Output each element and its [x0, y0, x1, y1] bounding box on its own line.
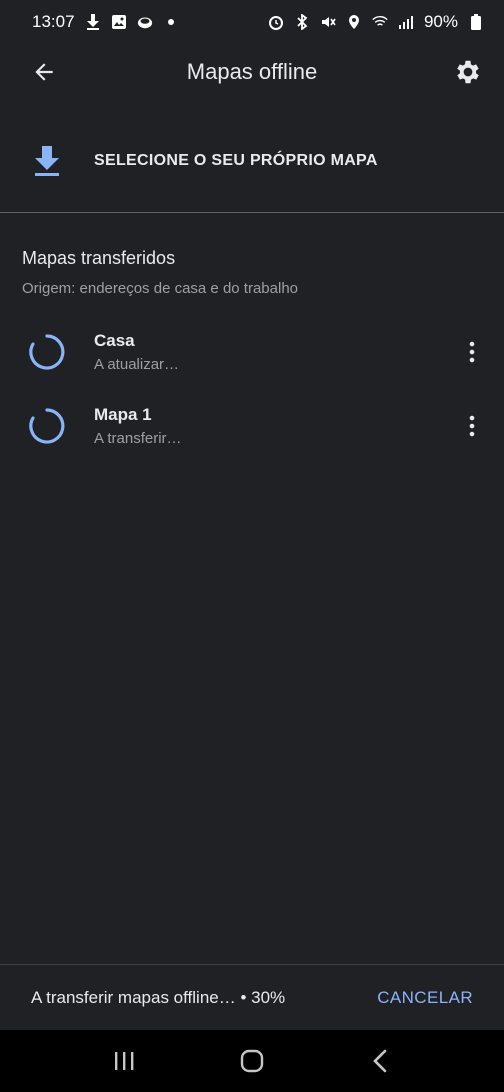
map-status: A transferir…	[94, 430, 182, 447]
divider	[0, 212, 504, 213]
status-time: 13:07	[32, 12, 75, 31]
recents-icon	[115, 1052, 134, 1070]
bluetooth-icon	[294, 14, 310, 30]
section-title: Mapas transferidos	[22, 248, 176, 268]
download-icon	[35, 146, 59, 176]
recents-button[interactable]	[104, 1041, 144, 1081]
list-item[interactable]: Mapa 1 A transferir…	[0, 391, 504, 461]
map-status: A atualizar…	[94, 356, 180, 373]
download-icon	[85, 14, 101, 30]
image-icon	[111, 14, 127, 30]
battery-icon	[468, 14, 484, 30]
nav-back-button[interactable]	[360, 1041, 400, 1081]
status-bar: 13:07 90%	[0, 0, 504, 44]
more-vert-icon	[469, 415, 475, 437]
loading-spinner-icon	[29, 334, 65, 370]
battery-percent: 90%	[423, 12, 458, 31]
more-options-button[interactable]	[460, 408, 484, 444]
list-item-text: Casa A atualizar…	[94, 331, 179, 373]
location-icon	[346, 14, 362, 30]
list-item[interactable]: Casa A atualizar…	[0, 317, 504, 387]
mute-icon	[320, 14, 336, 30]
dot-icon	[163, 14, 179, 30]
system-nav-bar	[0, 1030, 504, 1092]
arrow-back-icon	[35, 63, 53, 81]
more-vert-icon	[469, 341, 475, 363]
wifi-icon	[372, 14, 388, 30]
status-right: 90%	[268, 12, 484, 32]
download-progress-text: A transferir mapas offline… • 30%	[31, 987, 286, 1007]
more-options-button[interactable]	[460, 334, 484, 370]
page-title: Mapas offline	[186, 59, 318, 84]
cloud-app-icon	[137, 14, 153, 30]
cancel-button[interactable]: CANCELAR	[377, 988, 473, 1008]
signal-icon	[398, 14, 414, 30]
download-progress-bar: A transferir mapas offline… • 30% CANCEL…	[0, 964, 504, 1030]
select-own-map-button[interactable]: SELECIONE O SEU PRÓPRIO MAPA	[0, 120, 504, 202]
select-own-map-label: SELECIONE O SEU PRÓPRIO MAPA	[94, 152, 378, 169]
nav-back-icon	[373, 1049, 387, 1073]
loading-spinner-icon	[29, 408, 65, 444]
alarm-icon	[268, 14, 284, 30]
section-subtitle: Origem: endereços de casa e do trabalho	[22, 280, 298, 297]
app-bar: Mapas offline	[0, 44, 504, 100]
list-item-text: Mapa 1 A transferir…	[94, 405, 182, 447]
map-name: Casa	[94, 331, 135, 350]
back-button[interactable]	[28, 56, 60, 88]
home-icon	[240, 1049, 264, 1073]
gear-icon	[457, 60, 479, 84]
home-button[interactable]	[232, 1041, 272, 1081]
map-name: Mapa 1	[94, 405, 152, 424]
settings-button[interactable]	[452, 56, 484, 88]
status-left: 13:07	[32, 12, 179, 32]
